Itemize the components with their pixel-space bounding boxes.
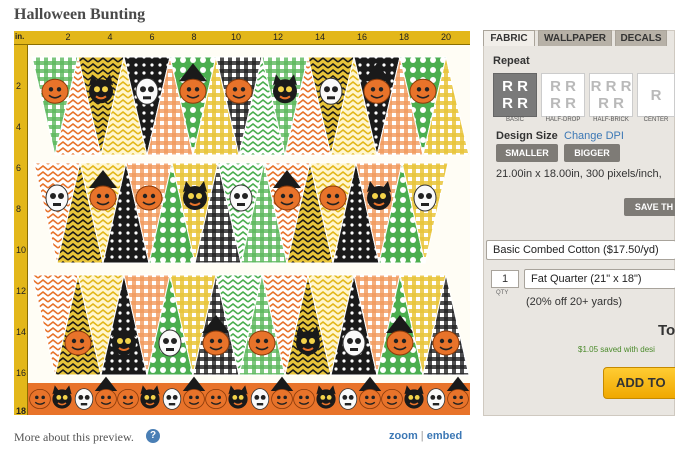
- ruler-tick-left: 18: [16, 406, 27, 416]
- repeat-option-label: HALF-BRICK: [593, 117, 629, 123]
- bigger-button[interactable]: BIGGER: [564, 144, 620, 162]
- fabric-preview[interactable]: [28, 45, 470, 415]
- ruler-tick-top: 10: [230, 32, 242, 42]
- repeat-option-half-drop[interactable]: R RR R: [541, 73, 585, 117]
- ruler-tick-top: 8: [191, 32, 197, 42]
- repeat-option-label: BASIC: [505, 117, 524, 123]
- ruler-tick-left: 2: [16, 81, 22, 91]
- tab-fabric[interactable]: FABRIC: [483, 30, 535, 46]
- bunting-pattern: [28, 45, 470, 415]
- ruler-tick-left: 10: [16, 245, 27, 255]
- zoom-embed-links: zoom | embed: [389, 430, 462, 442]
- save-button[interactable]: SAVE TH: [624, 198, 675, 216]
- quantity-input[interactable]: 1: [491, 270, 519, 288]
- repeat-half-brick-glyph: R R RR R: [590, 78, 632, 112]
- repeat-option-label: CENTER: [643, 117, 669, 123]
- savings-text: $1.05 saved with desi: [578, 345, 655, 354]
- link-separator: |: [420, 430, 424, 442]
- ruler-tick-top: 6: [149, 32, 155, 42]
- more-about-preview-link[interactable]: More about this preview.: [14, 430, 134, 445]
- repeat-option-half-brick[interactable]: R R RR R: [589, 73, 633, 117]
- ruler-top: in. 2 4 6 8 10 12 14 16 18 20: [14, 31, 470, 45]
- ruler-left: 2 4 6 8 10 12 14 16 18: [14, 45, 28, 416]
- total-label: To: [658, 322, 675, 339]
- discount-note: (20% off 20+ yards): [526, 296, 623, 308]
- ruler-tick-left: 16: [16, 368, 27, 378]
- add-to-cart-button[interactable]: ADD TO: [603, 367, 675, 399]
- design-size-heading: Design Size: [496, 130, 558, 142]
- repeat-option-label: HALF-DROP: [545, 117, 581, 123]
- ruler-tick-top: 18: [398, 32, 410, 42]
- fabric-size-select[interactable]: Fat Quarter (21" x 18"): [524, 269, 675, 289]
- ruler-tick-top: 4: [107, 32, 113, 42]
- repeat-basic-glyph: R RR R: [502, 78, 528, 112]
- ruler-tick-top: 14: [314, 32, 326, 42]
- ruler-tick-top: 2: [65, 32, 71, 42]
- repeat-center-glyph: R: [650, 87, 662, 104]
- repeat-half-drop-glyph: R RR R: [550, 78, 576, 112]
- ruler-tick-top: 16: [356, 32, 368, 42]
- change-dpi-link[interactable]: Change DPI: [564, 130, 624, 142]
- design-size-text: 21.00in x 18.00in, 300 pixels/inch,: [496, 168, 662, 180]
- repeat-option-center[interactable]: R: [637, 73, 675, 117]
- repeat-heading: Repeat: [493, 55, 530, 67]
- tab-decals[interactable]: DECALS: [615, 30, 667, 46]
- ruler-tick-left: 8: [16, 204, 22, 214]
- question-mark-circle-icon[interactable]: ?: [146, 429, 160, 443]
- ruler-tick-left: 14: [16, 327, 27, 337]
- ruler-tick-top: 20: [440, 32, 452, 42]
- ruler-unit-label: in.: [15, 32, 25, 41]
- zoom-link[interactable]: zoom: [389, 430, 418, 442]
- quantity-label: QTY: [496, 290, 509, 296]
- ruler-tick-left: 6: [16, 163, 22, 173]
- tab-wallpaper[interactable]: WALLPAPER: [538, 30, 612, 46]
- embed-link[interactable]: embed: [427, 430, 462, 442]
- ruler-tick-left: 12: [16, 286, 27, 296]
- ruler-tick-top: 12: [272, 32, 284, 42]
- repeat-option-basic[interactable]: R RR R: [493, 73, 537, 117]
- page-title: Halloween Bunting: [14, 6, 146, 23]
- ruler-tick-left: 4: [16, 122, 22, 132]
- smaller-button[interactable]: SMALLER: [496, 144, 558, 162]
- fabric-type-select[interactable]: Basic Combed Cotton ($17.50/yd): [486, 240, 675, 260]
